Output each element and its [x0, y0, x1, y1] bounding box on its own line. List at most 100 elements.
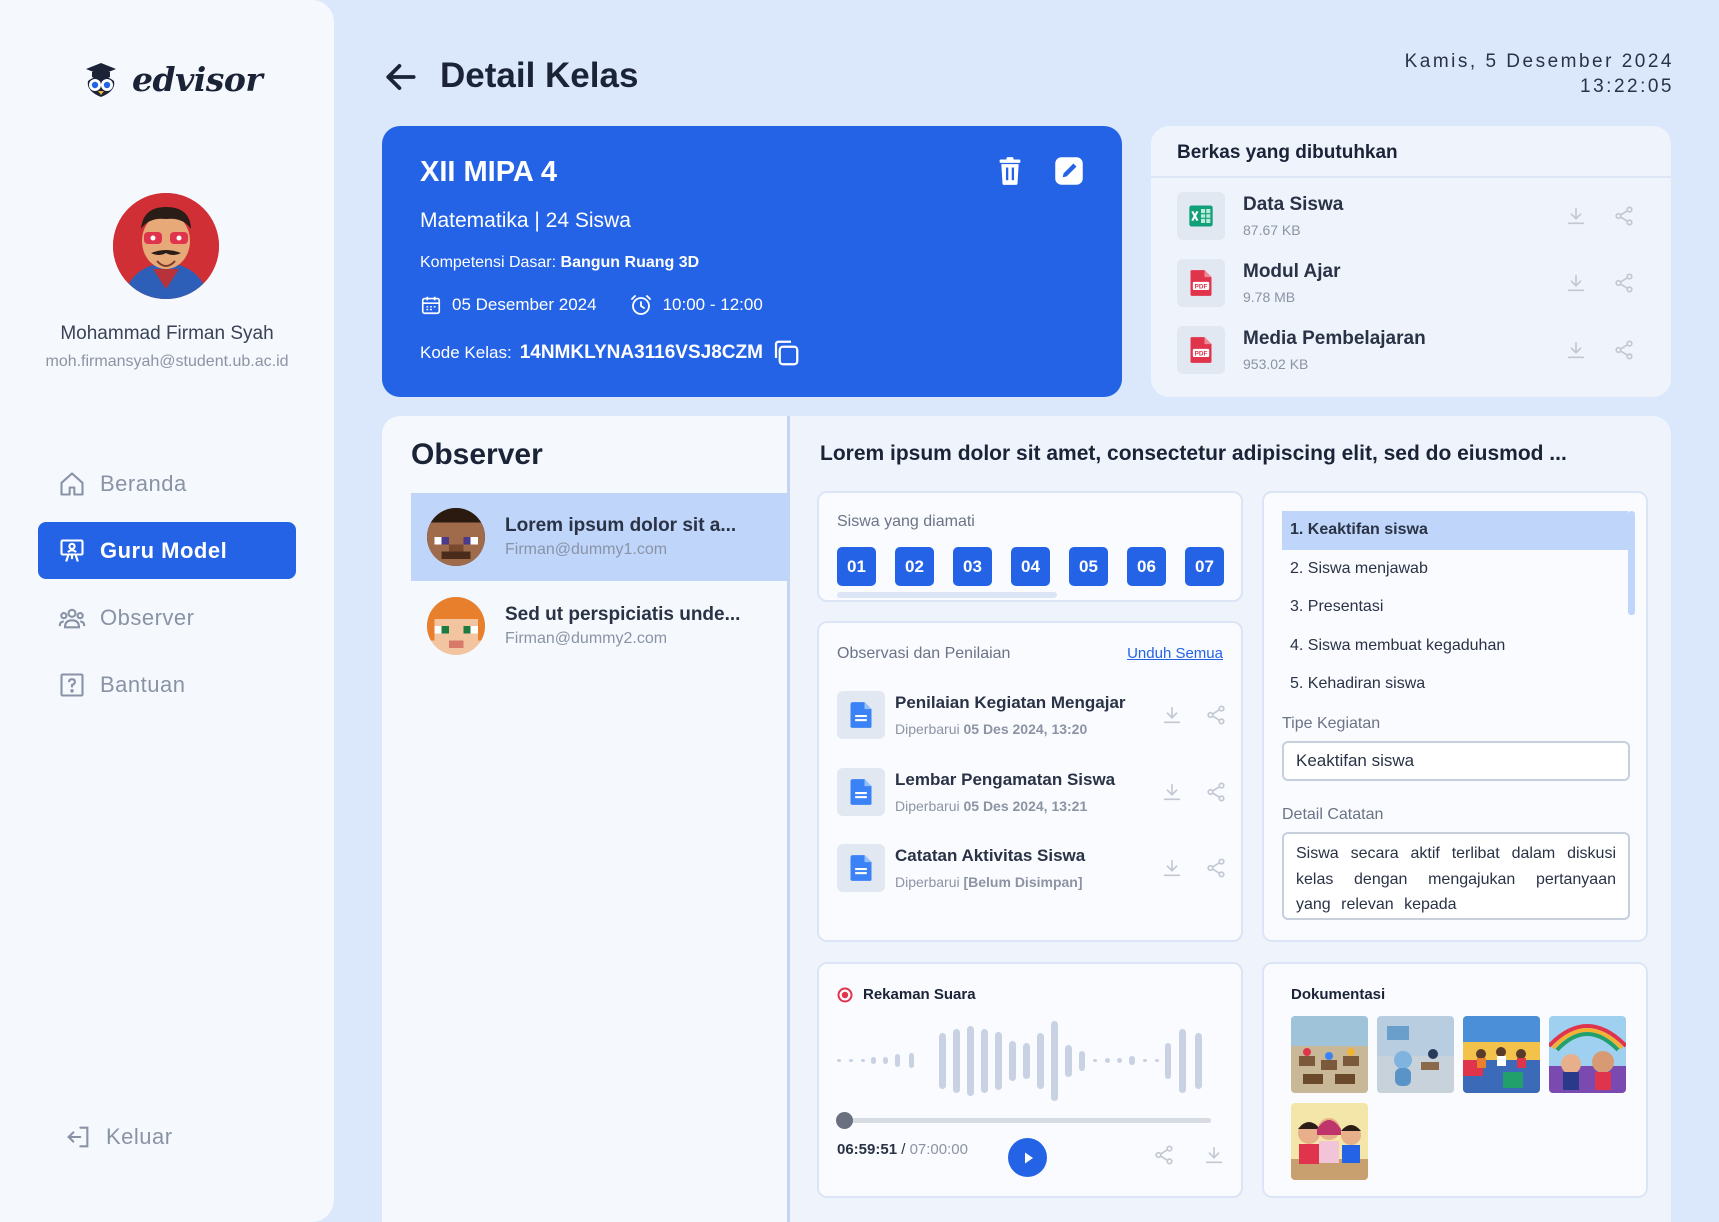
file-row-media-pembelajaran[interactable]: PDF Media Pembelajaran 953.02 KB: [1177, 323, 1647, 377]
download-icon[interactable]: [1565, 272, 1587, 294]
audio-time: 06:59:51 / 07:00:00: [837, 1141, 968, 1158]
doc-meta: Diperbarui 05 Des 2024, 13:21: [895, 798, 1088, 814]
brand-name: edvisor: [132, 60, 263, 99]
note-detail-textarea[interactable]: Siswa secara aktif terlibat dalam diskus…: [1282, 832, 1630, 920]
file-size: 953.02 KB: [1243, 356, 1309, 372]
datetime: Kamis, 5 Desember 2024 13:22:05: [1405, 49, 1674, 99]
observer-panel: Observer Lorem ipsum dolor sit a... Firm…: [382, 416, 788, 1222]
aspect-item[interactable]: 2. Siswa menjawab: [1282, 550, 1628, 589]
share-icon[interactable]: [1613, 272, 1635, 294]
class-name: XII MIPA 4: [420, 156, 557, 188]
documentation-photo[interactable]: [1549, 1016, 1626, 1093]
student-chip[interactable]: 04: [1011, 547, 1050, 586]
aspect-item[interactable]: 4. Siswa membuat kegaduhan: [1282, 627, 1628, 666]
class-card: XII MIPA 4 Matematika | 24 Siswa Kompete…: [382, 126, 1122, 397]
observer-email: Firman@dummy1.com: [505, 541, 668, 558]
owl-logo-icon: [86, 62, 116, 97]
pdf-icon: PDF: [1177, 259, 1225, 307]
doc-name: Lembar Pengamatan Siswa: [895, 770, 1116, 789]
nav-item-guru-model[interactable]: Guru Model: [38, 522, 296, 579]
share-icon[interactable]: [1205, 781, 1227, 803]
user-name: Mohammad Firman Syah: [60, 323, 274, 344]
doc-row[interactable]: Lembar Pengamatan Siswa Diperbarui 05 De…: [837, 764, 1227, 820]
doc-meta: Diperbarui [Belum Disimpan]: [895, 874, 1083, 890]
file-size: 9.78 MB: [1243, 289, 1296, 305]
student-chip[interactable]: 06: [1127, 547, 1166, 586]
file-size: 87.67 KB: [1243, 222, 1301, 238]
observer-item[interactable]: Lorem ipsum dolor sit a... Firman@dummy1…: [411, 493, 788, 581]
logo: edvisor: [84, 60, 263, 99]
student-chip[interactable]: 02: [895, 547, 934, 586]
aspect-item[interactable]: 1. Keaktifan siswa: [1282, 511, 1628, 550]
audio-progress-handle[interactable]: [836, 1112, 853, 1129]
download-icon[interactable]: [1203, 1144, 1225, 1166]
waveform: [837, 1021, 1202, 1101]
nav-label: Bantuan: [100, 671, 186, 697]
share-icon[interactable]: [1153, 1144, 1175, 1166]
svg-text:PDF: PDF: [1195, 350, 1208, 357]
class-code-label: Kode Kelas:: [420, 343, 512, 362]
download-icon[interactable]: [1565, 339, 1587, 361]
doc-row[interactable]: Catatan Aktivitas Siswa Diperbarui [Belu…: [837, 840, 1227, 896]
edit-icon[interactable]: [1054, 156, 1084, 186]
doc-row[interactable]: Penilaian Kegiatan Mengajar Diperbarui 0…: [837, 687, 1227, 743]
download-icon[interactable]: [1161, 781, 1183, 803]
logout-label: Keluar: [106, 1123, 173, 1149]
alarm-clock-icon: [630, 295, 651, 315]
student-chips: 01 02 03 04 05 06 07: [837, 547, 1224, 586]
logout-button[interactable]: Keluar: [44, 1108, 302, 1165]
back-arrow-icon[interactable]: [382, 58, 420, 96]
download-icon[interactable]: [1161, 857, 1183, 879]
nav-label: Guru Model: [100, 537, 228, 563]
share-icon[interactable]: [1205, 704, 1227, 726]
student-chip[interactable]: 01: [837, 547, 876, 586]
audio-progress-track[interactable]: [837, 1118, 1211, 1123]
aspect-item[interactable]: 3. Presentasi: [1282, 588, 1628, 627]
observed-students-label: Siswa yang diamati: [837, 513, 975, 530]
documentation-title: Dokumentasi: [1291, 986, 1386, 1003]
user-avatar[interactable]: [113, 193, 219, 299]
detail-panel: Lorem ipsum dolor sit amet, consectetur …: [790, 416, 1671, 1222]
documentation-photo[interactable]: [1377, 1016, 1454, 1093]
nav-item-observer[interactable]: Observer: [38, 589, 296, 646]
record-icon: [837, 987, 853, 1002]
share-icon[interactable]: [1613, 205, 1635, 227]
share-icon[interactable]: [1613, 339, 1635, 361]
vertical-scrollbar[interactable]: [1628, 511, 1635, 615]
documentation-card: Dokumentasi: [1262, 962, 1648, 1198]
documentation-photo[interactable]: [1463, 1016, 1540, 1093]
documentation-photo[interactable]: [1291, 1103, 1368, 1180]
nav-item-beranda[interactable]: Beranda: [38, 455, 296, 512]
share-icon[interactable]: [1205, 857, 1227, 879]
activity-type-input[interactable]: [1282, 741, 1630, 781]
delete-icon[interactable]: [996, 156, 1024, 186]
aspect-item[interactable]: 5. Kehadiran siswa: [1282, 665, 1628, 704]
kd-label: Kompetensi Dasar:: [420, 254, 557, 271]
file-name: Modul Ajar: [1243, 261, 1341, 282]
note-detail-label: Detail Catatan: [1282, 806, 1384, 823]
student-chip[interactable]: 05: [1069, 547, 1108, 586]
download-all-link[interactable]: Unduh Semua: [1127, 645, 1223, 662]
copy-icon[interactable]: [771, 338, 801, 368]
play-button[interactable]: [1008, 1138, 1047, 1177]
pdf-icon: PDF: [1177, 326, 1225, 374]
file-name: Data Siswa: [1243, 194, 1344, 215]
kd-value: Bangun Ruang 3D: [560, 254, 700, 271]
horizontal-scrollbar[interactable]: [837, 592, 1057, 598]
file-row-modul-ajar[interactable]: PDF Modul Ajar 9.78 MB: [1177, 256, 1647, 310]
nav-item-bantuan[interactable]: Bantuan: [38, 656, 296, 713]
documentation-photo[interactable]: [1291, 1016, 1368, 1093]
student-chip[interactable]: 07: [1185, 547, 1224, 586]
student-chip[interactable]: 03: [953, 547, 992, 586]
observer-item[interactable]: Sed ut perspiciatis unde... Firman@dummy…: [411, 582, 788, 670]
document-icon: [837, 691, 885, 739]
avatar: [427, 508, 485, 566]
detail-title: Lorem ipsum dolor sit amet, consectetur …: [820, 442, 1567, 465]
photo-grid: [1291, 1016, 1641, 1180]
download-icon[interactable]: [1161, 704, 1183, 726]
audio-current-time: 06:59:51: [837, 1141, 898, 1158]
file-row-data-siswa[interactable]: Data Siswa 87.67 KB: [1177, 189, 1647, 243]
download-icon[interactable]: [1565, 205, 1587, 227]
nav-label: Beranda: [100, 470, 187, 496]
class-actions: [996, 156, 1084, 186]
